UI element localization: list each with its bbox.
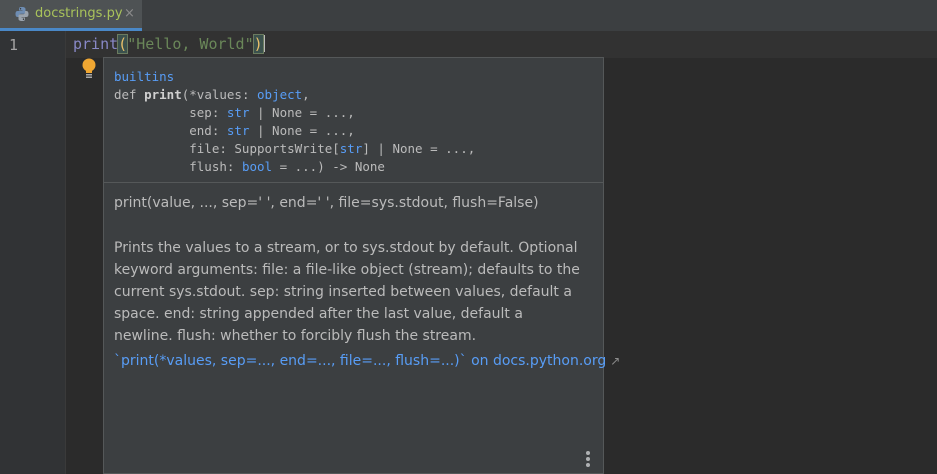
code-function-name: print <box>73 35 119 53</box>
sig-line2-a: sep: <box>114 105 227 120</box>
text-caret <box>262 35 265 52</box>
sig-line1-type: object <box>257 87 303 102</box>
signature-section: builtins def print(*values: object, sep:… <box>104 58 603 183</box>
docstring-long: Prints the values to a stream, or to sys… <box>114 240 580 344</box>
code-line-1[interactable]: print("Hello, World") <box>73 34 265 54</box>
docstring-body: print(value, ..., sep=' ', end=' ', file… <box>114 192 584 347</box>
sig-line3-a: end: <box>114 123 227 138</box>
ide-window: docstrings.py × 1 print("Hello, World") … <box>0 0 937 474</box>
more-options-icon[interactable] <box>586 451 592 471</box>
sig-line3-b: | None = ..., <box>249 123 355 138</box>
external-link-icon: ↗ <box>610 354 621 368</box>
code-open-paren: ( <box>117 34 129 54</box>
tab-docstrings-py[interactable]: docstrings.py × <box>0 0 142 31</box>
code-close-paren: ) <box>252 34 264 54</box>
function-signature: builtins def print(*values: object, sep:… <box>114 68 475 176</box>
line-number-gutter: 1 <box>0 31 66 474</box>
docs-python-link[interactable]: `print(*values, sep=..., end=..., file=.… <box>114 353 620 369</box>
editor-tab-bar: docstrings.py × <box>0 0 937 31</box>
sig-def-keyword: def <box>114 87 145 102</box>
sig-line2-type: str <box>226 105 250 120</box>
sig-line5-type: bool <box>241 159 273 174</box>
line-number: 1 <box>9 36 19 54</box>
docstring-short: print(value, ..., sep=' ', end=' ', file… <box>114 195 539 211</box>
module-name: builtins <box>114 69 175 84</box>
tab-filename: docstrings.py <box>35 6 123 21</box>
code-string-literal: "Hello, World" <box>127 35 254 53</box>
sig-function-name: print <box>144 87 182 102</box>
python-file-icon <box>15 7 29 21</box>
sig-line5-b: = ...) -> None <box>272 159 385 174</box>
lightbulb-icon[interactable] <box>80 57 98 81</box>
sig-line2-b: | None = ..., <box>249 105 355 120</box>
sig-line5-a: flush: <box>114 159 242 174</box>
sig-line4-type: str <box>339 141 363 156</box>
docs-link-text: `print(*values, sep=..., end=..., file=.… <box>114 353 607 369</box>
documentation-popup: builtins def print(*values: object, sep:… <box>103 57 620 474</box>
sig-line1-end: , <box>302 87 310 102</box>
close-icon[interactable]: × <box>124 6 135 21</box>
sig-line4-b: ] | None = ..., <box>362 141 476 156</box>
sig-line3-type: str <box>226 123 250 138</box>
sig-line1-rest: (*values: <box>181 87 258 102</box>
sig-line4-a: file: SupportsWrite[ <box>114 141 340 156</box>
